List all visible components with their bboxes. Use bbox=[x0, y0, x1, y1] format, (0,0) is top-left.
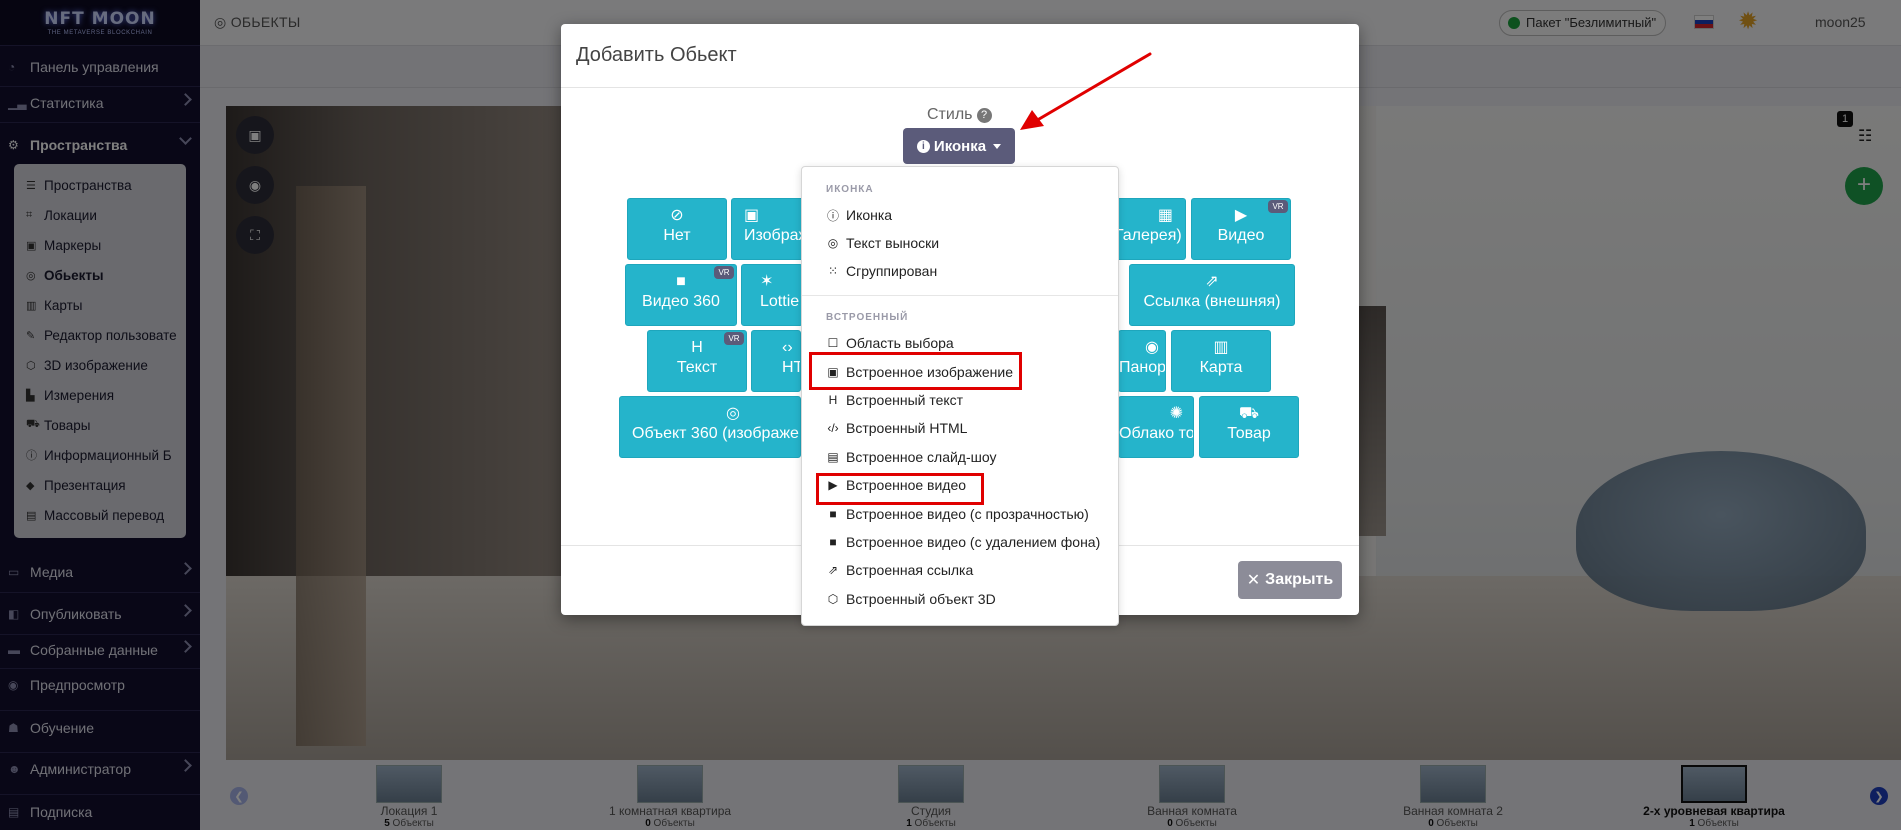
dropdown-item-callout-text[interactable]: ◎ Текст выноски bbox=[826, 232, 939, 254]
dropdown-item-label: Встроенное видео (с прозрачностью) bbox=[846, 506, 1089, 522]
tile-label: Товар bbox=[1227, 425, 1271, 442]
style-dropdown-button[interactable]: i Иконка bbox=[903, 128, 1015, 164]
highlight-embedded-image bbox=[809, 352, 1022, 390]
dropdown-item-label: Сгруппирован bbox=[846, 263, 938, 279]
dropdown-item-embedded-link[interactable]: ⇗ Встроенная ссылка bbox=[826, 559, 973, 581]
vr-badge-icon: VR bbox=[724, 332, 744, 345]
dropdown-item-embedded-slideshow[interactable]: ▤ Встроенное слайд-шоу bbox=[826, 446, 997, 468]
tile-lottie[interactable]: ✶ Lottie bbox=[741, 264, 803, 326]
dropdown-item-embedded-html[interactable]: ‹/› Встроенный HTML bbox=[826, 417, 967, 439]
ban-icon: ⊘ bbox=[670, 207, 684, 224]
map-icon: ▥ bbox=[1213, 339, 1229, 356]
info-icon: ⓘ bbox=[826, 208, 839, 223]
tile-html[interactable]: ‹› HTML bbox=[751, 330, 801, 392]
dropdown-item-label: Встроенное слайд-шоу bbox=[846, 449, 997, 465]
dropdown-item-label: Встроенное видео (с удалением фона) bbox=[846, 534, 1101, 550]
tile-label: Карта bbox=[1199, 359, 1243, 376]
style-label-text: Стиль bbox=[927, 106, 973, 123]
vr-badge-icon: VR bbox=[1268, 200, 1288, 213]
arrow-head bbox=[1020, 110, 1044, 130]
tile-label: Видео 360 bbox=[642, 293, 720, 310]
tile-product[interactable]: ⛟ Товар bbox=[1199, 396, 1299, 458]
close-icon: ✕ bbox=[1246, 572, 1261, 589]
style-dropdown-value: Иконка bbox=[933, 137, 987, 155]
style-label: Стиль? bbox=[927, 106, 992, 124]
dropdown-item-grouped[interactable]: ⁙ Сгруппирован bbox=[826, 260, 937, 282]
external-link-icon: ⇗ bbox=[1205, 273, 1219, 290]
style-dropdown-menu: иконка ⓘ Иконка ◎ Текст выноски ⁙ Сгруппиро… bbox=[801, 166, 1119, 626]
dropdown-item-embedded-text[interactable]: H Встроенный текст bbox=[826, 389, 963, 411]
gallery-icon: ▦ bbox=[1157, 207, 1173, 224]
tile-text[interactable]: VR H Текст bbox=[647, 330, 747, 392]
dropdown-header-embedded: встроенный bbox=[826, 312, 909, 323]
dropdown-item-label: Встроенный текст bbox=[846, 392, 964, 408]
dropdown-item-embedded-3d[interactable]: ⬡ Встроенный объект 3D bbox=[826, 588, 996, 610]
dropdown-item-label: Встроенный HTML bbox=[846, 420, 968, 436]
cube-icon: ⬡ bbox=[827, 592, 839, 606]
tile-none[interactable]: ⊘ Нет bbox=[627, 198, 727, 260]
tile-map[interactable]: ▥ Карта bbox=[1171, 330, 1271, 392]
heading-icon: H bbox=[828, 393, 838, 407]
tile-label: Объект 360 (изображения) bbox=[632, 425, 800, 442]
tile-label: Облако точек bbox=[1119, 425, 1194, 442]
modal-title: Добавить Обьект bbox=[561, 24, 1359, 88]
dropdown-item-selection-area[interactable]: ☐ Область выбора bbox=[826, 332, 954, 354]
annotation-arrow-icon bbox=[1020, 52, 1152, 130]
tile-video[interactable]: VR ▶ Видео bbox=[1191, 198, 1291, 260]
panorama-icon: ◉ bbox=[1145, 339, 1159, 356]
tile-point-cloud[interactable]: ✺ Облако точек bbox=[1118, 396, 1194, 458]
help-icon[interactable]: ? bbox=[976, 108, 992, 123]
tile-label: Нет bbox=[663, 227, 691, 244]
dropdown-item-label: Область выбора bbox=[846, 335, 954, 351]
target-icon: ◎ bbox=[827, 236, 839, 250]
square-icon: ☐ bbox=[827, 336, 839, 350]
dropdown-item-video-bg-removal[interactable]: ■ Встроенное видео (с удалением фона) bbox=[826, 531, 1100, 553]
tile-label: Галерея) bbox=[1115, 227, 1182, 244]
grid-icon: ⁙ bbox=[827, 264, 839, 278]
code-icon: ‹› bbox=[782, 339, 793, 356]
images-icon: ▤ bbox=[827, 450, 839, 464]
dropdown-item-video-transparency[interactable]: ■ Встроенное видео (с прозрачностью) bbox=[826, 503, 1089, 525]
tile-external-link[interactable]: ⇗ Ссылка (внешняя) bbox=[1129, 264, 1295, 326]
dropdown-item-label: Встроенный объект 3D bbox=[846, 591, 996, 607]
disc-icon: ◎ bbox=[726, 405, 740, 422]
dropdown-item-label: Иконка bbox=[846, 207, 893, 223]
point-cloud-icon: ✺ bbox=[1169, 405, 1183, 422]
close-label: Закрыть bbox=[1265, 571, 1334, 588]
code-icon: ‹/› bbox=[827, 421, 839, 435]
dropdown-item-label: Встроенная ссылка bbox=[846, 562, 974, 578]
tile-label: Текст bbox=[676, 359, 718, 376]
cart-icon: ⛟ bbox=[1238, 405, 1260, 422]
info-icon: i bbox=[916, 139, 930, 153]
tile-label: Видео bbox=[1217, 227, 1265, 244]
close-button[interactable]: ✕ Закрыть bbox=[1238, 561, 1342, 599]
lottie-icon: ✶ bbox=[760, 273, 774, 290]
arrow-shaft bbox=[1032, 52, 1152, 124]
tile-label: Ссылка (внешняя) bbox=[1143, 293, 1281, 310]
highlight-embedded-video bbox=[816, 473, 984, 505]
vr-badge-icon: VR bbox=[714, 266, 734, 279]
tile-label: Lottie bbox=[760, 293, 800, 310]
dropdown-item-label: Текст выноски bbox=[846, 235, 940, 251]
tile-video-360[interactable]: VR ■ Видео 360 bbox=[625, 264, 737, 326]
tile-panorama[interactable]: ◉ Панорама bbox=[1118, 330, 1166, 392]
tile-object-360[interactable]: ◎ Объект 360 (изображения) bbox=[619, 396, 801, 458]
video-icon: ■ bbox=[829, 535, 837, 549]
dropdown-item-icon[interactable]: ⓘ Иконка bbox=[826, 204, 892, 226]
tile-gallery[interactable]: ▦ Галерея) bbox=[1114, 198, 1186, 260]
dropdown-header-icon: иконка bbox=[826, 184, 874, 195]
tile-label: Панорама bbox=[1119, 359, 1166, 376]
tile-label: HTML bbox=[782, 359, 800, 376]
video-icon: ■ bbox=[829, 507, 837, 521]
caret-down-icon bbox=[993, 143, 1002, 149]
external-link-icon: ⇗ bbox=[827, 563, 839, 577]
dropdown-divider bbox=[802, 295, 1118, 296]
